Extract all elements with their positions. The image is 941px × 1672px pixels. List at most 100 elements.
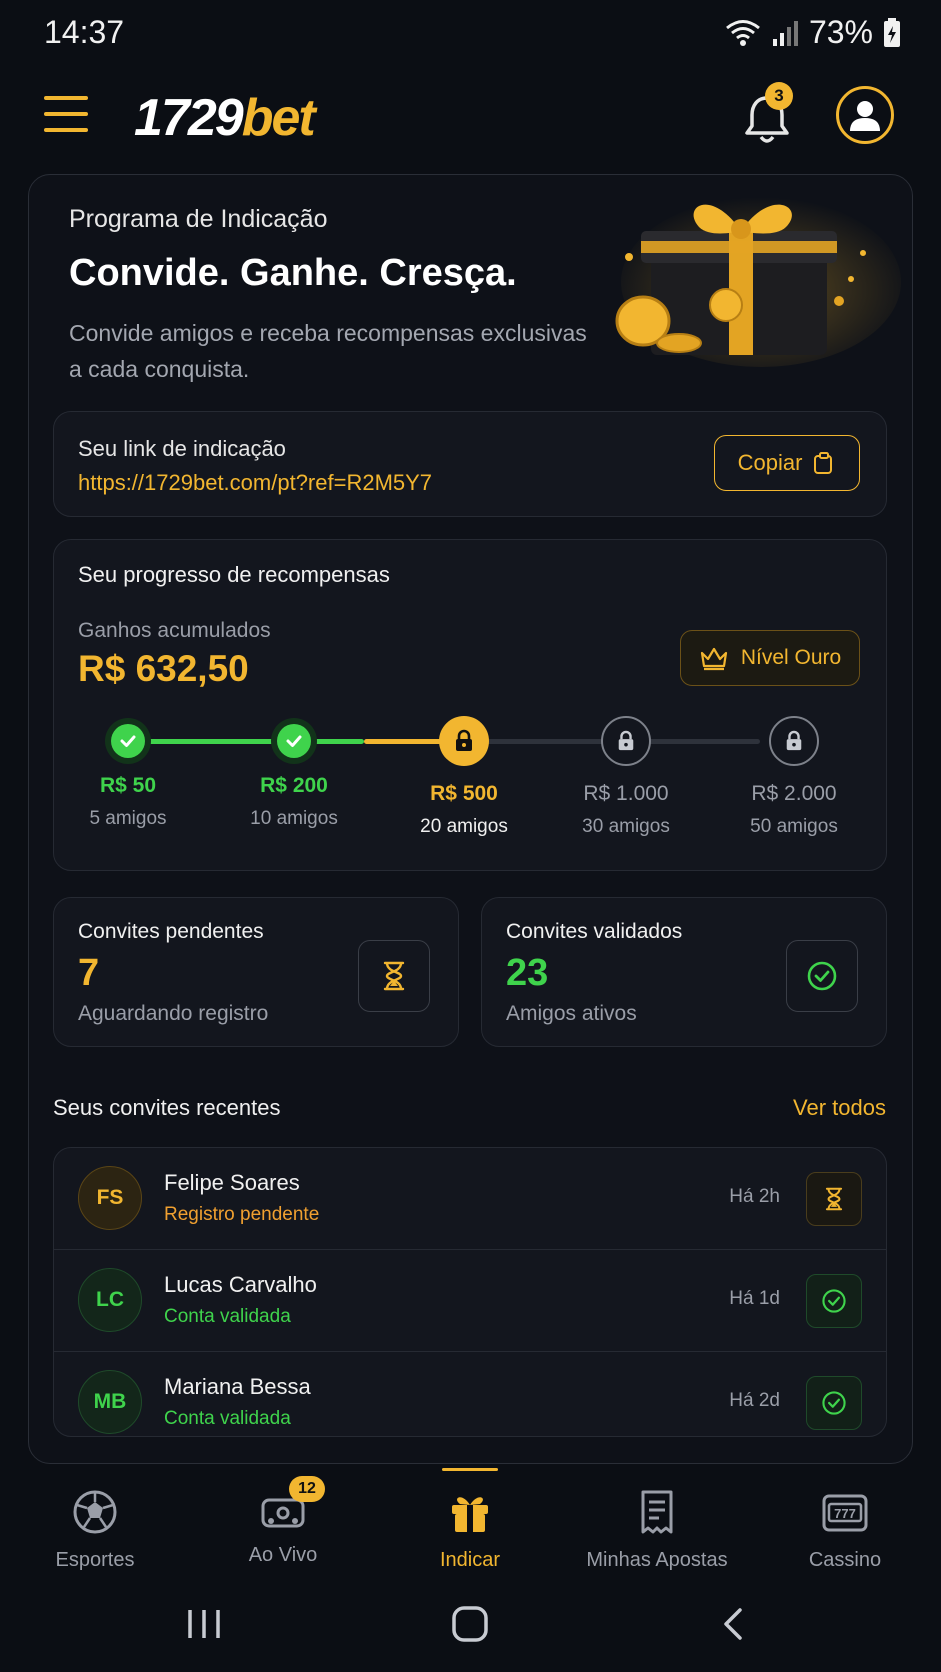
rewards-progress-panel: Seu progresso de recompensas Ganhos acum…	[53, 539, 887, 871]
home-icon[interactable]	[450, 1604, 490, 1644]
recent-invites-title: Seus convites recentes	[53, 1095, 281, 1120]
milestone-reward: R$ 500	[430, 782, 498, 805]
nav-label: Cassino	[808, 1549, 882, 1571]
status-bar: 14:37 73%	[0, 0, 941, 64]
invite-time: Há 2d	[729, 1390, 780, 1411]
nav-item-minhas-apostas[interactable]: Minhas Apostas	[572, 1488, 742, 1572]
avatar: LC	[78, 1268, 142, 1332]
logo-text-accent: bet	[241, 89, 316, 147]
notification-badge: 3	[765, 82, 793, 110]
milestone-friends: 30 amigos	[582, 816, 670, 837]
list-item[interactable]: MB Mariana Bessa Conta validada Há 2d	[54, 1352, 886, 1436]
nav-label: Ao Vivo	[248, 1544, 318, 1566]
recent-apps-icon[interactable]	[184, 1606, 224, 1642]
milestone-friends: 50 amigos	[750, 816, 838, 837]
recent-invites-list: FS Felipe Soares Registro pendente Há 2h…	[53, 1147, 887, 1437]
nav-label: Indicar	[439, 1549, 501, 1571]
battery-icon	[884, 17, 900, 47]
list-item[interactable]: LC Lucas Carvalho Conta validada Há 1d	[54, 1250, 886, 1352]
soccer-ball-icon	[73, 1490, 117, 1534]
invite-name: Lucas Carvalho	[164, 1272, 317, 1297]
milestone-reward: R$ 50	[99, 774, 157, 797]
nav-label: Minhas Apostas	[586, 1549, 728, 1571]
validated-subtitle: Amigos ativos	[506, 1002, 637, 1025]
milestone-tracker: R$ 50 5 amigos R$ 200 10 amigos R$ 500 2…	[54, 700, 888, 850]
status-indicators: 73%	[725, 14, 901, 51]
battery-percent: 73%	[808, 14, 873, 50]
pending-title: Convites pendentes	[78, 920, 264, 943]
logo[interactable]: 1729bet	[134, 88, 316, 148]
slot-machine-icon: 777	[822, 1494, 868, 1532]
check-circle-icon	[786, 940, 858, 1012]
referral-link-url[interactable]: https://1729bet.com/pt?ref=R2M5Y7	[78, 470, 432, 496]
check-icon	[277, 724, 311, 758]
milestone-friends: 20 amigos	[420, 816, 508, 837]
gift-illustration	[615, 197, 901, 367]
profile-button[interactable]	[836, 86, 894, 144]
hero-kicker: Programa de Indicação	[69, 205, 328, 233]
gift-icon	[452, 1497, 488, 1532]
milestone-friends: 5 amigos	[89, 808, 167, 829]
validated-title: Convites validados	[506, 920, 683, 943]
hero: Programa de Indicação Convide. Ganhe. Cr…	[69, 205, 589, 387]
back-icon[interactable]	[718, 1606, 748, 1642]
bottom-nav: Esportes 12 Ao Vivo Indicar Minhas Apost…	[0, 1468, 941, 1578]
invite-status: Conta validada	[164, 1306, 291, 1327]
invite-time: Há 1d	[729, 1288, 780, 1309]
invite-status: Conta validada	[164, 1408, 291, 1429]
milestone-reward: R$ 2.000	[751, 782, 837, 805]
pending-value: 7	[78, 952, 100, 994]
lock-icon	[601, 716, 651, 766]
list-item[interactable]: FS Felipe Soares Registro pendente Há 2h	[54, 1148, 886, 1250]
progress-title: Seu progresso de recompensas	[78, 562, 390, 587]
avatar: MB	[78, 1370, 142, 1434]
live-count-badge: 12	[289, 1476, 325, 1502]
pending-invites-card[interactable]: Convites pendentes 7 Aguardando registro	[53, 897, 459, 1047]
referral-link-panel: Seu link de indicação https://1729bet.co…	[53, 411, 887, 517]
menu-icon[interactable]	[44, 96, 88, 132]
crown-icon	[700, 647, 727, 671]
pending-subtitle: Aguardando registro	[78, 1002, 269, 1025]
invite-name: Mariana Bessa	[164, 1374, 311, 1399]
milestone-step: R$ 2.000 50 amigos	[719, 700, 869, 838]
check-icon	[111, 724, 145, 758]
validated-value: 23	[506, 952, 549, 994]
system-nav-bar	[0, 1578, 941, 1672]
milestone-step: R$ 50 5 amigos	[53, 700, 203, 830]
milestone-step: R$ 500 20 amigos	[389, 700, 539, 838]
see-all-link[interactable]: Ver todos	[793, 1095, 886, 1121]
nav-item-cassino[interactable]: 777 Cassino	[760, 1488, 930, 1572]
hourglass-icon	[358, 940, 430, 1012]
receipt-icon	[641, 1490, 673, 1534]
wifi-icon	[726, 19, 760, 46]
copy-button[interactable]: Copiar	[714, 435, 860, 491]
status-time: 14:37	[44, 14, 125, 50]
logo-text-primary: 1729	[134, 89, 244, 147]
referral-link-label: Seu link de indicação	[78, 436, 286, 461]
check-circle-icon	[806, 1376, 862, 1430]
hero-description: Convide amigos e receba recompensas excl…	[69, 320, 587, 382]
validated-invites-card[interactable]: Convites validados 23 Amigos ativos	[481, 897, 887, 1047]
nav-item-indicar[interactable]: Indicar	[385, 1488, 555, 1572]
check-circle-icon	[806, 1274, 862, 1328]
signal-icon	[772, 20, 798, 46]
invite-time: Há 2h	[729, 1186, 780, 1207]
app-header: 1729bet 3	[0, 76, 941, 156]
live-icon: 12	[259, 1476, 325, 1536]
nav-item-esportes[interactable]: Esportes	[10, 1488, 180, 1572]
level-badge: Nível Ouro	[680, 630, 860, 686]
svg-text:777: 777	[834, 1506, 856, 1521]
hero-title: Convide. Ganhe. Cresça.	[69, 252, 517, 294]
lock-icon	[769, 716, 819, 766]
milestone-step: R$ 1.000 30 amigos	[551, 700, 701, 838]
level-label: Nível Ouro	[740, 646, 842, 669]
milestone-friends: 10 amigos	[250, 808, 338, 829]
nav-label: Esportes	[55, 1549, 135, 1571]
invite-status: Registro pendente	[164, 1204, 320, 1225]
referral-card: Programa de Indicação Convide. Ganhe. Cr…	[28, 174, 913, 1464]
invite-name: Felipe Soares	[164, 1170, 300, 1195]
nav-item-ao-vivo[interactable]: 12 Ao Vivo	[198, 1476, 368, 1567]
accumulated-value: R$ 632,50	[78, 648, 249, 689]
milestone-reward: R$ 1.000	[583, 782, 669, 805]
active-tab-indicator	[442, 1468, 498, 1471]
